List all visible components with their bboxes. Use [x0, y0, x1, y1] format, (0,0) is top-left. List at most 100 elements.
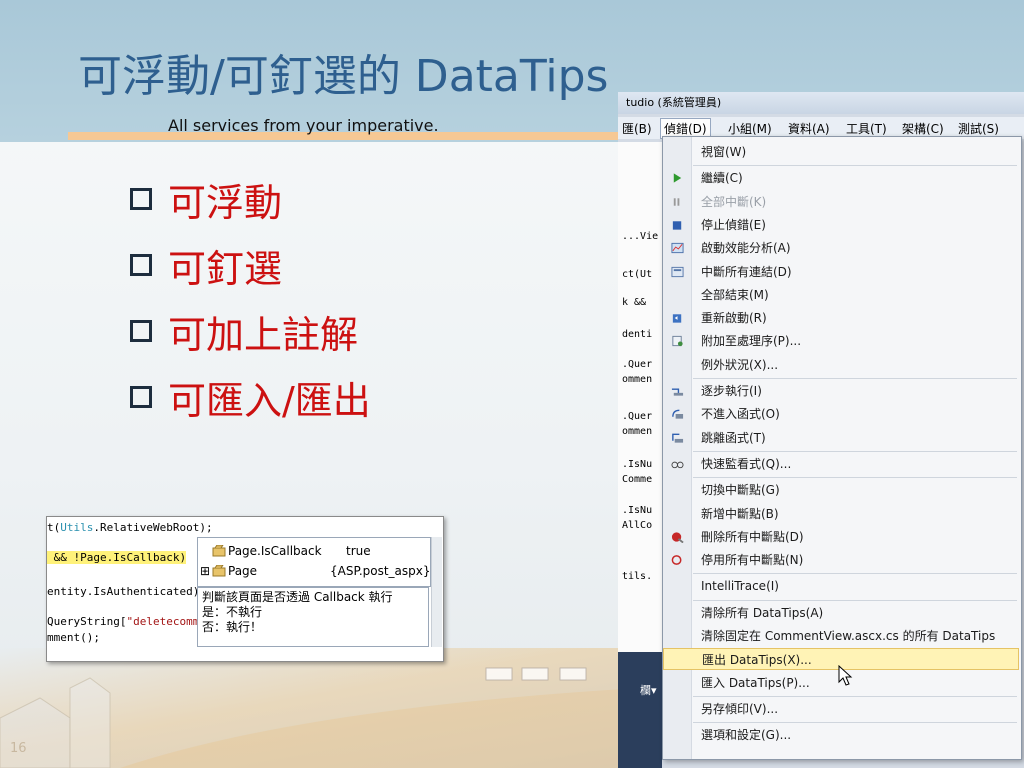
menu-separator [693, 599, 1017, 601]
datatip-comment[interactable]: 判斷該頁面是否透過 Callback 執行 是：不執行 否：執行！ [197, 587, 429, 647]
menu-item-label: 全部結束(M) [701, 287, 769, 302]
menu-item[interactable]: IntelliTrace(I) [663, 575, 1019, 597]
menu-team[interactable]: 小組(M) [728, 120, 772, 137]
editor-code-fragment: ct(Ut [622, 269, 653, 280]
comment-line: 判斷該頁面是否透過 Callback 執行 [202, 590, 393, 604]
property-icon [212, 565, 226, 577]
decorative-buildings-graphic [0, 667, 640, 768]
menu-item[interactable]: 清除固定在 CommentView.ascx.cs 的所有 DataTips [663, 625, 1019, 647]
menu-item-label: 逐步執行(I) [701, 384, 762, 398]
datatip-pin-bar[interactable] [431, 537, 442, 647]
menu-separator [693, 573, 1017, 575]
menu-architecture[interactable]: 架構(C) [902, 120, 944, 137]
menu-item[interactable]: 刪除所有中斷點(D) [663, 526, 1019, 548]
editor-code-fragment: ...Vie [622, 231, 659, 242]
expand-icon[interactable]: ⊞ [200, 564, 212, 578]
editor-code-fragment: denti [622, 329, 653, 340]
square-bullet-icon [130, 386, 152, 408]
menu-separator [693, 477, 1017, 479]
bullet-text: 可釘選 [168, 246, 283, 291]
menu-item[interactable]: 重新啟動(R) [663, 307, 1019, 329]
menu-item[interactable]: 全部結束(M) [663, 284, 1019, 306]
bottom-panel: 欄▾ [618, 652, 662, 768]
menu-item-label: 匯入 DataTips(P)... [701, 675, 810, 690]
editor-code-fragment: Comme [622, 474, 653, 485]
restart-icon [672, 314, 682, 323]
menu-tools[interactable]: 工具(T) [846, 120, 887, 137]
menu-item[interactable]: 繼續(C) [663, 167, 1019, 189]
menu-item-label: 清除固定在 CommentView.ascx.cs 的所有 DataTips [701, 629, 996, 643]
bullet-item: 可匯入/匯出 [130, 364, 371, 430]
menu-item-label: 停用所有中斷點(N) [701, 553, 804, 568]
menu-item[interactable]: 切換中斷點(G) [663, 479, 1019, 501]
datatip-row[interactable]: ⊞ Page {ASP.post_aspx} [200, 562, 431, 580]
pause-icon [673, 197, 680, 206]
menu-item[interactable]: 啟動效能分析(A) [663, 237, 1019, 259]
menu-item[interactable]: 快速監看式(Q)... [663, 453, 1019, 475]
detach-icon [671, 266, 684, 277]
menu-item-label: 刪除所有中斷點(D) [701, 529, 804, 544]
menu-view[interactable]: 匯(B) [622, 120, 652, 137]
square-bullet-icon [130, 188, 152, 210]
menu-item[interactable]: 另存傾印(V)... [663, 698, 1019, 720]
menu-test[interactable]: 測試(S) [958, 120, 999, 137]
editor-code-fragment: k && [622, 297, 647, 308]
menu-item-label: 新增中斷點(B) [701, 506, 779, 521]
menu-item[interactable]: 視窗(W) [663, 141, 1019, 163]
bullet-text: 可加上註解 [168, 312, 359, 357]
editor-code-fragment: ommen [622, 374, 653, 385]
menu-item-label: 清除所有 DataTips(A) [701, 605, 824, 620]
menu-item-label: 啟動效能分析(A) [701, 241, 791, 256]
quickwatch-icon [671, 461, 684, 469]
menu-item[interactable]: 選項和設定(G)... [663, 724, 1019, 746]
datatip-row[interactable]: Page.IsCallback true [200, 542, 371, 560]
menu-item[interactable]: 新增中斷點(B) [663, 503, 1019, 525]
menu-item[interactable]: 附加至處理序(P)... [663, 330, 1019, 352]
code-line: && !Page.IsCallback) [47, 551, 187, 564]
menu-data[interactable]: 資料(A) [788, 120, 830, 137]
stop-icon [672, 221, 682, 230]
datatip-popup[interactable]: Page.IsCallback true ⊞ Page {ASP.post_as… [197, 537, 431, 587]
delete-breakpoints-icon [671, 532, 684, 543]
menu-item[interactable]: 例外狀況(X)... [663, 354, 1019, 376]
bullet-text: 可匯入/匯出 [168, 378, 371, 423]
profiler-icon [671, 243, 684, 254]
menu-item-label: 不進入函式(O) [701, 407, 780, 422]
editor-code-fragment: .Quer [622, 359, 653, 370]
menu-item-label: 重新啟動(R) [701, 311, 767, 326]
editor-code-fragment: .IsNu [622, 459, 653, 470]
menu-item-label: 附加至處理序(P)... [701, 334, 802, 349]
mouse-cursor-icon [838, 665, 853, 686]
menu-item[interactable]: 逐步執行(I) [663, 380, 1019, 402]
code-editor[interactable]: ...Vie ct(Ut k && denti .Quer ommen .Quer ommen… [618, 142, 663, 702]
menu-item[interactable]: 停用所有中斷點(N) [663, 549, 1019, 571]
play-icon [673, 173, 682, 183]
menu-item-label: 選項和設定(G)... [701, 728, 792, 743]
menu-item[interactable]: 清除所有 DataTips(A) [663, 602, 1019, 624]
window-title: tudio (系統管理員) [618, 92, 1024, 114]
menu-item: 全部中斷(K) [663, 191, 1019, 213]
menu-item-label: 停止偵錯(E) [701, 217, 766, 232]
bullet-text: 可浮動 [168, 180, 283, 225]
datatip-value[interactable]: true [346, 544, 371, 558]
menu-item[interactable]: 中斷所有連結(D) [663, 261, 1019, 283]
bullet-item: 可加上註解 [130, 298, 371, 364]
property-icon [212, 545, 226, 557]
editor-code-fragment: tils. [622, 571, 653, 582]
datatip-value[interactable]: {ASP.post_aspx} [330, 564, 431, 578]
bullet-item: 可浮動 [130, 166, 371, 232]
datatip-name: Page.IsCallback [228, 544, 322, 558]
menu-item[interactable]: 跳離函式(T) [663, 427, 1019, 449]
menu-item-label: 另存傾印(V)... [701, 701, 779, 716]
comment-line: 是：不執行 [202, 605, 263, 619]
step-over-icon [672, 409, 684, 419]
menu-item[interactable]: 不進入函式(O) [663, 403, 1019, 425]
column-label[interactable]: 欄▾ [640, 682, 657, 698]
menu-item-label: 切換中斷點(G) [701, 483, 780, 498]
square-bullet-icon [130, 320, 152, 342]
menu-item-label: 跳離函式(T) [701, 430, 766, 445]
menu-item[interactable]: 停止偵錯(E) [663, 214, 1019, 236]
code-line: mment(); [47, 631, 100, 644]
code-line: QueryString["deletecomme [47, 615, 206, 628]
disable-breakpoints-icon [671, 555, 682, 566]
